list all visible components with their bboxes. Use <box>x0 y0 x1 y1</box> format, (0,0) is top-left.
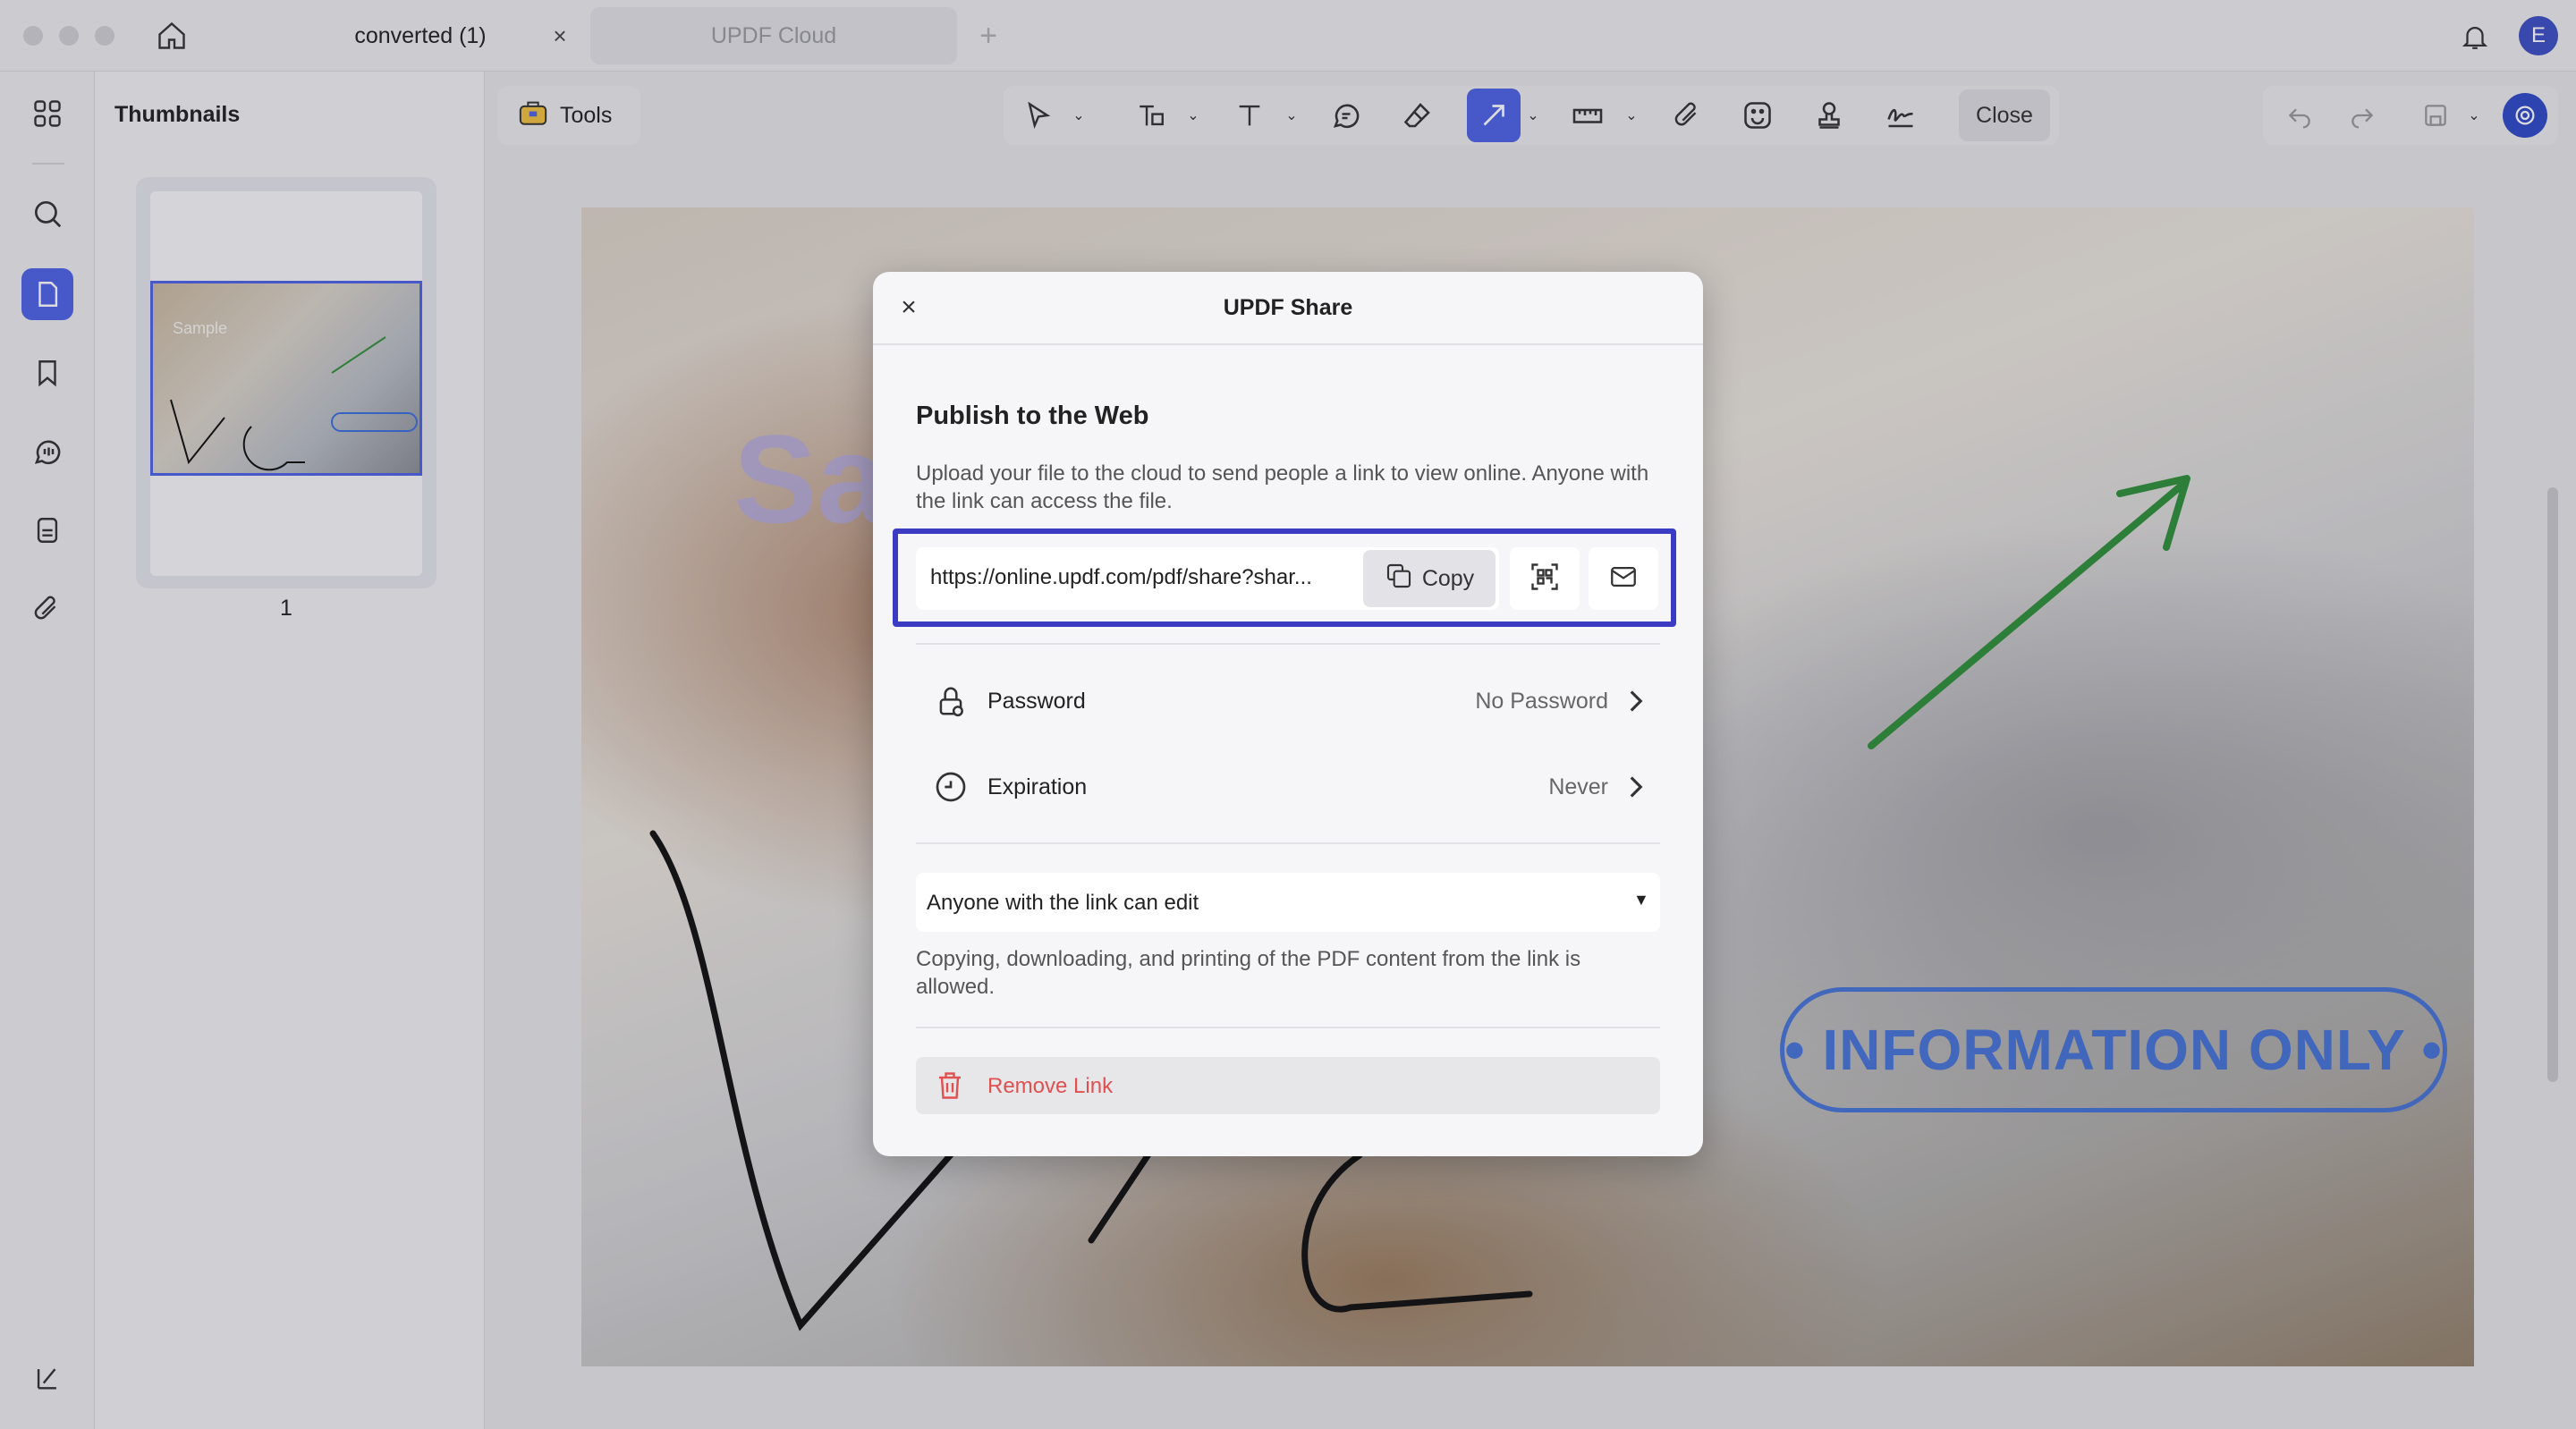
chevron-right-icon[interactable] <box>1624 688 1648 714</box>
clock-icon <box>930 766 971 808</box>
section-title: Publish to the Web <box>916 402 1149 430</box>
trash-icon[interactable] <box>930 1066 970 1105</box>
copy-icon <box>1385 562 1413 596</box>
expiration-value[interactable]: Never <box>1376 774 1608 800</box>
row-divider <box>916 1027 1660 1028</box>
qr-code-button[interactable] <box>1510 547 1580 610</box>
dialog-title: UPDF Share <box>1223 295 1353 320</box>
dialog-divider <box>873 343 1703 345</box>
permission-description: Copying, downloading, and printing of th… <box>916 947 1581 999</box>
caret-down-icon[interactable]: ▼ <box>1633 891 1649 909</box>
chevron-right-icon[interactable] <box>1624 774 1648 800</box>
row-divider <box>916 842 1660 844</box>
password-value[interactable]: No Password <box>1376 689 1608 714</box>
share-link-url[interactable]: https://online.updf.com/pdf/share?shar..… <box>930 565 1351 590</box>
copy-label: Copy <box>1421 565 1475 591</box>
mail-icon <box>1606 562 1640 596</box>
row-divider <box>916 643 1660 645</box>
expiration-label: Expiration <box>987 774 1088 799</box>
section-description: Upload your file to the cloud to send pe… <box>916 461 1649 513</box>
password-label: Password <box>987 689 1086 714</box>
email-button[interactable] <box>1589 547 1658 610</box>
lock-icon <box>930 681 971 722</box>
qr-code-icon <box>1529 561 1561 597</box>
remove-link-label[interactable]: Remove Link <box>987 1074 1113 1099</box>
permission-select-value[interactable]: Anyone with the link can edit <box>927 891 1199 916</box>
copy-button[interactable]: Copy <box>1363 550 1496 607</box>
